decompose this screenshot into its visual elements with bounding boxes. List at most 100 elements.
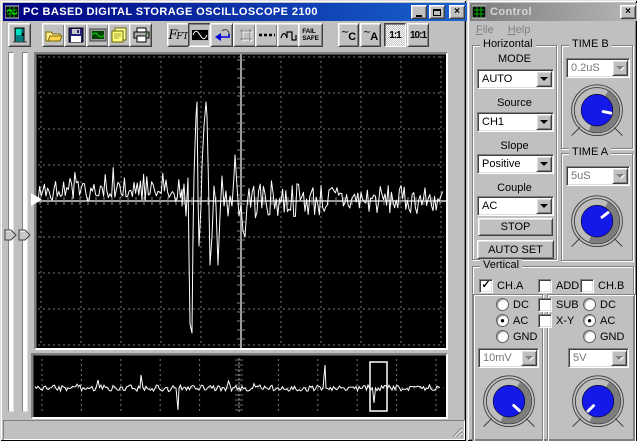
ch-a-gnd-radio-circle bbox=[496, 330, 509, 343]
couple-select[interactable]: AC bbox=[477, 196, 554, 216]
main-waveform-display bbox=[36, 54, 446, 348]
time-a-dropdown-arrow bbox=[612, 168, 628, 184]
source-label: Source bbox=[497, 97, 532, 109]
window-title: PC BASED DIGITAL STORAGE OSCILLOSCOPE 21… bbox=[23, 6, 318, 18]
time-a-select[interactable]: 5uS bbox=[566, 166, 630, 186]
menu-bar: File Help bbox=[476, 24, 544, 36]
ch-a-dc-radio-circle bbox=[496, 298, 509, 311]
add-checkbox[interactable]: ADD bbox=[536, 279, 582, 293]
sub-checkbox-label: SUB bbox=[556, 299, 579, 311]
minimize-icon bbox=[416, 14, 422, 17]
main-window: PC BASED DIGITAL STORAGE OSCILLOSCOPE 21… bbox=[0, 0, 467, 441]
wave-c-icon: ∼C bbox=[340, 26, 357, 43]
control-app-icon bbox=[472, 5, 486, 19]
grid-toggle-button[interactable] bbox=[233, 23, 256, 47]
probe-10-1-button[interactable]: 10:1 bbox=[407, 23, 429, 47]
recall-waveform-button[interactable] bbox=[210, 23, 233, 47]
source-dropdown-arrow[interactable] bbox=[536, 114, 552, 130]
sub-checkbox[interactable]: SUB bbox=[536, 298, 581, 312]
ch-b-dc-radio-circle bbox=[583, 298, 596, 311]
xy-checkbox[interactable]: X-Y bbox=[536, 314, 577, 328]
dashed-line-icon bbox=[258, 33, 275, 37]
vertical-group-label: Vertical bbox=[480, 259, 523, 271]
ch-b-dc-label: DC bbox=[600, 298, 616, 311]
ch-b-gnd-radio[interactable]: GND bbox=[583, 330, 624, 343]
slope-dropdown-arrow[interactable] bbox=[536, 156, 552, 172]
mode-dropdown-arrow[interactable] bbox=[536, 71, 552, 87]
open-button[interactable] bbox=[42, 23, 65, 47]
ch-a-checkbox[interactable]: ✓ CH.A bbox=[479, 279, 523, 293]
close-button[interactable]: × bbox=[449, 5, 465, 19]
ch-a-ac-radio-circle: ● bbox=[496, 314, 509, 327]
ch-a-range-arrow bbox=[521, 350, 537, 366]
stop-button[interactable]: STOP bbox=[478, 218, 553, 236]
control-titlebar[interactable]: Control × bbox=[470, 3, 637, 21]
slope-label: Slope bbox=[500, 140, 529, 152]
ch-a-dc-radio[interactable]: DC bbox=[496, 298, 529, 311]
blue-arrow-wave-icon bbox=[214, 29, 230, 41]
exit-button[interactable] bbox=[8, 23, 31, 47]
maximize-button[interactable] bbox=[429, 5, 445, 19]
capture-display-button[interactable] bbox=[86, 23, 109, 47]
toolbar: F FT FAIL SAFE ∼C ∼A 1:1 10:1 bbox=[3, 22, 463, 49]
print-button[interactable] bbox=[129, 23, 152, 47]
ch-a-position-slider-thumb[interactable] bbox=[4, 229, 17, 241]
couple-label: Couple bbox=[497, 182, 532, 194]
ch-b-range-select[interactable]: 5V bbox=[568, 348, 629, 368]
ch-b-ac-radio-circle: ● bbox=[583, 314, 596, 327]
sine-wave-icon bbox=[190, 29, 209, 41]
source-select[interactable]: CH1 bbox=[477, 112, 554, 132]
control-close-button[interactable]: × bbox=[620, 5, 636, 19]
ch-a-dc-label: DC bbox=[513, 298, 529, 311]
waveform-display-button[interactable] bbox=[188, 23, 211, 47]
save-floppy-icon bbox=[68, 27, 83, 43]
ch-b-range-value: 5V bbox=[573, 352, 587, 364]
ch-b-range-arrow bbox=[611, 350, 627, 366]
probe-1-1-button[interactable]: 1:1 bbox=[384, 23, 406, 47]
time-b-group: TIME B 0.2uS bbox=[561, 38, 633, 149]
ch-b-dc-radio[interactable]: DC bbox=[583, 298, 616, 311]
resize-grip[interactable] bbox=[450, 425, 463, 438]
ch-b-ac-radio[interactable]: ● AC bbox=[583, 314, 615, 327]
slope-select[interactable]: Positive bbox=[477, 154, 554, 174]
save-button[interactable] bbox=[64, 23, 87, 47]
ch-a-range-select[interactable]: 10mV bbox=[478, 348, 539, 368]
ch-a-gain-knob[interactable] bbox=[480, 374, 538, 432]
mode-value: AUTO bbox=[482, 73, 513, 85]
ch-b-gnd-radio-circle bbox=[583, 330, 596, 343]
coupling-c-button[interactable]: ∼C bbox=[338, 23, 359, 47]
auto-set-button[interactable]: AUTO SET bbox=[477, 240, 554, 259]
coupling-a-button[interactable]: ∼A bbox=[360, 23, 381, 47]
couple-value: AC bbox=[482, 200, 498, 212]
time-b-select[interactable]: 0.2uS bbox=[566, 58, 630, 78]
ch-b-ac-label: AC bbox=[600, 314, 616, 327]
time-a-knob[interactable] bbox=[568, 194, 626, 252]
time-a-group: TIME A 5uS bbox=[561, 146, 633, 261]
overview-waveform-display bbox=[34, 358, 444, 414]
wave-a-icon: ∼A bbox=[362, 26, 379, 43]
fft-button[interactable]: F FT bbox=[167, 23, 190, 47]
fail-safe-button[interactable]: FAIL SAFE bbox=[298, 23, 323, 47]
control-window: Control × File Help Horizontal MODE AUTO… bbox=[467, 0, 637, 441]
ch-a-checkbox-box: ✓ bbox=[479, 279, 493, 293]
menu-file[interactable]: File bbox=[476, 24, 494, 36]
time-b-knob[interactable] bbox=[568, 83, 626, 141]
notes-button[interactable] bbox=[108, 23, 131, 47]
dotted-line-button[interactable] bbox=[255, 23, 278, 47]
menu-help[interactable]: Help bbox=[508, 24, 531, 36]
horizontal-group-label: Horizontal bbox=[480, 38, 536, 50]
minimize-button[interactable] bbox=[411, 5, 427, 19]
ch-b-checkbox[interactable]: CH.B bbox=[580, 279, 624, 293]
trigger-level-marker[interactable] bbox=[30, 192, 43, 207]
couple-dropdown-arrow[interactable] bbox=[536, 198, 552, 214]
ch-b-gain-knob[interactable] bbox=[569, 374, 627, 432]
mode-select[interactable]: AUTO bbox=[477, 69, 554, 89]
trigger-wave-button[interactable] bbox=[277, 23, 300, 47]
ch-a-gnd-radio[interactable]: GND bbox=[496, 330, 537, 343]
sine-square-icon bbox=[279, 31, 297, 41]
overview-display bbox=[31, 353, 448, 419]
ch-b-position-slider-thumb[interactable] bbox=[18, 229, 31, 241]
ch-a-ac-label: AC bbox=[513, 314, 529, 327]
main-titlebar[interactable]: PC BASED DIGITAL STORAGE OSCILLOSCOPE 21… bbox=[3, 3, 467, 21]
ch-a-ac-radio[interactable]: ● AC bbox=[496, 314, 528, 327]
